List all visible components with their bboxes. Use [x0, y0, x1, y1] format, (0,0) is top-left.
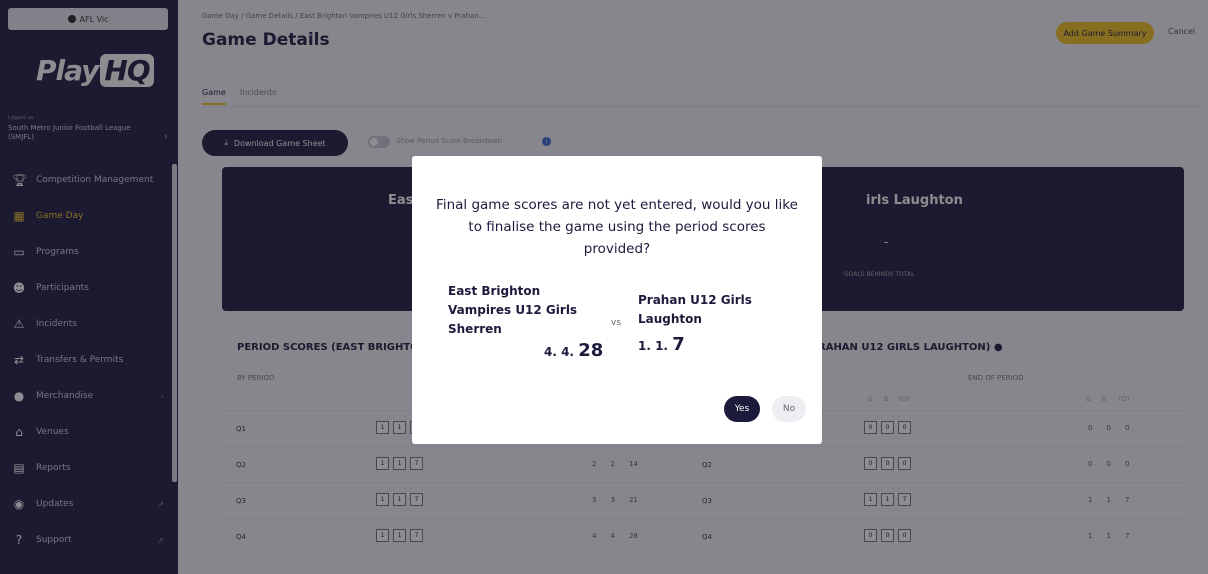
home-total: 28 — [578, 340, 604, 361]
home-team-score: 4. 4. 28 — [544, 340, 603, 361]
home-team-name: East Brighton Vampires U12 Girls Sherren — [448, 284, 578, 336]
vs-label: vs — [611, 318, 622, 328]
yes-button[interactable]: Yes — [724, 396, 760, 422]
finalise-game-dialog: Final game scores are not yet entered, w… — [412, 156, 822, 444]
home-goals-behinds: 4. 4. — [544, 345, 574, 359]
away-goals-behinds: 1. 1. — [638, 339, 668, 353]
away-team-score: 1. 1. 7 — [638, 334, 685, 355]
no-button[interactable]: No — [772, 396, 806, 422]
away-total: 7 — [672, 334, 685, 355]
away-team-name: Prahan U12 Girls Laughton — [638, 293, 752, 326]
dialog-question: Final game scores are not yet entered, w… — [436, 197, 798, 257]
